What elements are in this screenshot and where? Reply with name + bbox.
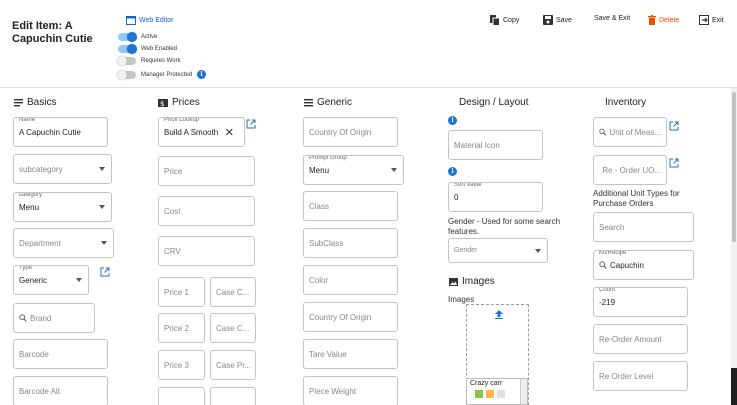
image-thumbnails [475,390,505,398]
brand-search[interactable]: Brand [13,303,95,333]
barcode-alt-field[interactable]: Barcode Alt [13,376,108,405]
search-icon [599,128,607,136]
reorder-uom-search[interactable]: Re - Order UO... [593,155,667,185]
additional-units-label: Additional Unit Types for Purchase Order… [593,189,680,208]
save-icon [543,15,553,25]
subcategory-select[interactable]: subcategory [13,154,112,184]
svg-text:$: $ [160,100,164,107]
list-icon [304,98,313,106]
save-button[interactable]: Save [543,15,572,25]
info-icon[interactable]: i [448,116,457,125]
price2-field[interactable]: Price 2 [158,313,205,343]
web-editor-label: Web Editor [139,17,174,24]
reorder-amount-field[interactable]: Re-Order Amount [593,324,688,354]
image-icon [449,277,458,286]
upload-icon [495,310,503,319]
category-select[interactable]: category Menu [13,192,112,222]
prices-heading: $ Prices [158,97,200,108]
info-icon[interactable]: i [448,167,457,176]
exit-button[interactable]: Exit [699,15,724,25]
file-list-scrollbar[interactable] [520,379,527,404]
reorder-level-field[interactable]: Re Order Level [593,361,688,391]
design-heading: Design / Layout [459,97,529,108]
chevron-down-icon [535,248,541,253]
web-editor-link[interactable]: Web Editor [126,16,174,25]
price1-field[interactable]: Price 1 [158,277,205,307]
page-title: Edit Item: A Capuchin Cutie [12,20,93,45]
image-file-list[interactable]: Crazy carr [466,378,528,405]
toggle-web-enabled[interactable]: Web Enabled [118,44,177,54]
name-field[interactable]: Name A Capuchin Cutie [13,117,108,147]
open-external-icon[interactable] [100,267,110,277]
money-icon: $ [158,98,168,107]
header-divider [0,87,737,88]
open-external-icon[interactable] [669,121,679,131]
exit-icon [699,15,709,25]
scrollbar-end [731,368,737,405]
case-c2-field[interactable]: Case C... [210,313,256,343]
toggle-manager-protected[interactable]: Manager Protected i [117,69,207,80]
sort-value-field[interactable]: Sort Value 0 [448,182,543,212]
cost-field[interactable]: Cost [158,196,255,226]
price-field[interactable]: Price [158,156,255,186]
kit-recipe-search[interactable]: Kit/Recipe Capuchin [593,250,694,280]
search-icon [19,314,27,322]
images-heading: Images [449,276,495,287]
gender-note: Gender - Used for some search features. [448,217,561,236]
subclass-field[interactable]: SubClass [303,228,398,258]
price4-field[interactable] [158,387,205,405]
department-select[interactable]: Department [13,228,114,258]
material-icon-field[interactable]: Material Icon [448,130,543,160]
country-origin-2-field[interactable]: Country Of Origin [303,302,398,332]
unit-types-search[interactable]: Search [593,212,694,242]
save-exit-button[interactable]: Save & Exit [594,15,630,22]
chevron-down-icon [99,167,105,171]
toggle-active[interactable]: Active [118,32,157,42]
case-c1-field[interactable]: Case C... [210,277,256,307]
list-icon [14,98,23,106]
country-origin-field[interactable]: Country Of Origin [303,117,398,147]
copy-button[interactable]: Copy [490,15,519,26]
info-icon[interactable]: i [197,70,207,79]
page-scrollbar-thumb[interactable] [732,92,736,242]
type-select[interactable]: Type Generic [13,265,89,295]
chevron-down-icon [391,168,397,172]
search-icon [599,261,607,269]
chevron-down-icon [99,205,105,209]
clear-icon[interactable]: ✕ [225,126,234,139]
delete-button[interactable]: Delete [648,15,679,25]
window-icon [126,16,136,25]
count-field[interactable]: Count -219 [593,287,688,317]
generic-heading: Generic [304,97,352,108]
image-file-name: Crazy carr [470,380,503,387]
prompt-group-select[interactable]: Prompt Group Menu [303,155,404,185]
unit-of-measure-search[interactable]: Unit of Meas... [593,117,667,147]
open-external-icon[interactable] [246,119,256,129]
open-external-icon[interactable] [669,158,679,168]
price-lookup-field[interactable]: Price Lookup Build A Smooth ✕ [158,117,245,147]
inventory-heading: Inventory [605,97,647,108]
barcode-field[interactable]: Barcode [13,339,108,369]
piece-weight-field[interactable]: Piece Weight [303,376,398,405]
case4-field[interactable] [210,387,256,405]
gender-select[interactable]: Gender [448,238,548,263]
tare-value-field[interactable]: Tare Value [303,339,398,369]
color-field[interactable]: Color [303,265,398,295]
toggle-requires-work[interactable]: Requires Work [117,56,181,66]
crv-field[interactable]: CRV [158,236,255,266]
price3-field[interactable]: Price 3 [158,350,205,380]
chevron-down-icon [76,278,82,282]
class-field[interactable]: Class [303,191,398,221]
basics-heading: Basics [14,97,56,108]
case-pr-field[interactable]: Case Pr... [210,350,256,380]
chevron-down-icon [101,241,107,245]
copy-icon [490,15,500,26]
trash-icon [648,15,656,25]
